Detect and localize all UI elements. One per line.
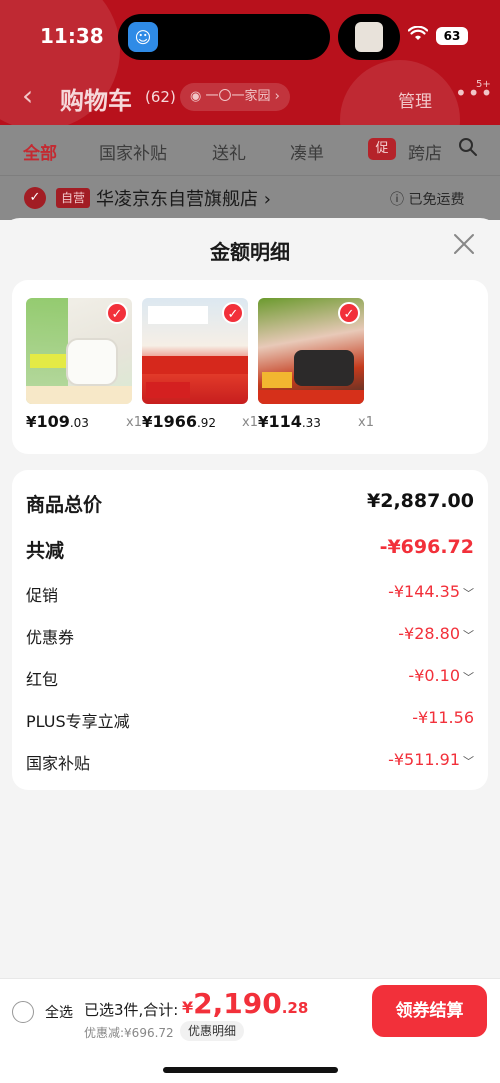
row-label: 商品总价: [26, 494, 103, 516]
live-activity: [338, 14, 400, 60]
row-coupon[interactable]: 优惠券 -¥28.80 ﹀: [26, 624, 474, 652]
product-item[interactable]: ✓ ¥114.33 x1: [258, 298, 374, 434]
row-value: ¥2,887.00: [367, 490, 474, 512]
row-value: -¥144.35: [388, 582, 460, 601]
tab-bar: 全部 国家补贴 送礼 凑单 促 跨店: [0, 125, 500, 175]
eye-icon: ◉: [190, 89, 206, 104]
chevron-down-icon: ﹀: [463, 629, 474, 642]
more-badge: 5+: [476, 79, 491, 90]
product-quantity: x1: [126, 415, 142, 430]
total-price: ¥2,190.28: [182, 987, 309, 1020]
product-price: ¥109.03 x1: [26, 412, 142, 431]
store-name[interactable]: 华凌京东自营旗舰店 ›: [96, 185, 271, 211]
row-promotion[interactable]: 促销 -¥144.35 ﹀: [26, 582, 474, 610]
chevron-down-icon: ﹀: [463, 755, 474, 768]
amount-detail-sheet: 金额明细 ✓ ¥109.03 x1 ✓ ¥1966.92 x1 ✓ ¥114.3…: [0, 218, 500, 1083]
checkout-button[interactable]: 领券结算: [372, 985, 487, 1037]
price-breakdown: 商品总价 ¥2,887.00 共减 -¥696.72 促销 -¥144.35 ﹀ …: [12, 470, 488, 790]
discount-detail-button[interactable]: 优惠明细: [180, 1021, 245, 1041]
row-value: -¥511.91: [388, 750, 460, 769]
product-image: ✓: [26, 298, 132, 404]
cart-count: (62): [145, 88, 176, 106]
chevron-down-icon: ﹀: [463, 671, 474, 684]
checkout-bar: 全选 已选3件,合计: ¥2,190.28 优惠减:¥696.72 优惠明细 领…: [0, 978, 500, 1083]
status-bar: 11:38 ☺ 63: [0, 0, 500, 75]
tab-gift[interactable]: 送礼: [212, 139, 246, 164]
row-total-price: 商品总价 ¥2,887.00: [26, 490, 474, 518]
row-label: 国家补贴: [26, 754, 91, 773]
wifi-icon: [407, 25, 429, 46]
page-title: 购物车: [60, 87, 132, 115]
product-quantity: x1: [358, 415, 374, 430]
back-icon[interactable]: ‹: [22, 79, 33, 112]
row-label: 共减: [26, 540, 65, 562]
selection-summary: 已选3件,合计:: [84, 1001, 179, 1019]
battery-icon: 63: [436, 27, 468, 45]
promo-tag: 促: [368, 138, 396, 160]
row-label: 促销: [26, 586, 59, 605]
chevron-right-icon: ›: [258, 189, 271, 210]
live-activity-thumbnail: [355, 22, 383, 52]
discount-summary: 优惠减:¥696.72: [84, 1026, 174, 1040]
row-value: -¥696.72: [379, 536, 474, 558]
close-icon[interactable]: [453, 232, 475, 260]
row-total-discount: 共减 -¥696.72: [26, 536, 474, 564]
product-image: ✓: [142, 298, 248, 404]
check-icon: ✓: [106, 302, 128, 324]
row-value: -¥0.10: [408, 666, 460, 685]
store-name-label: 华凌京东自营旗舰店: [96, 189, 258, 210]
dynamic-island: ☺: [118, 14, 330, 60]
row-value: -¥11.56: [412, 708, 474, 727]
address-label: 一〇一家园: [205, 89, 271, 104]
home-indicator: [163, 1067, 338, 1073]
info-icon: ⓘ: [390, 192, 409, 208]
row-value-wrap: -¥144.35 ﹀: [388, 582, 474, 601]
product-price: ¥114.33 x1: [258, 412, 374, 431]
tab-all[interactable]: 全部: [23, 139, 57, 164]
tab-national-subsidy[interactable]: 国家补贴: [99, 139, 167, 164]
address-selector[interactable]: ◉ 一〇一家园 ›: [180, 83, 290, 111]
status-time: 11:38: [40, 24, 104, 48]
row-plus-discount: PLUS专享立减 -¥11.56: [26, 708, 474, 736]
store-checkbox[interactable]: ✓: [24, 187, 46, 209]
tab-bundle[interactable]: 凑单: [290, 139, 324, 164]
shipping-label: 已免运费: [408, 192, 465, 208]
chevron-down-icon: ﹀: [463, 587, 474, 600]
row-value: -¥28.80: [398, 624, 460, 643]
product-list: ✓ ¥109.03 x1 ✓ ¥1966.92 x1 ✓ ¥114.33 x1: [12, 280, 488, 454]
row-label: PLUS专享立减: [26, 712, 130, 731]
check-icon: ✓: [338, 302, 360, 324]
search-icon[interactable]: [458, 137, 478, 162]
manage-button[interactable]: 管理: [398, 87, 432, 112]
sheet-title: 金额明细: [210, 240, 290, 264]
product-price: ¥1966.92 x1: [142, 412, 258, 431]
product-item[interactable]: ✓ ¥1966.92 x1: [142, 298, 258, 434]
row-red-packet[interactable]: 红包 -¥0.10 ﹀: [26, 666, 474, 694]
row-value-wrap: -¥511.91 ﹀: [388, 750, 474, 769]
shipping-status: ⓘ 已免运费: [390, 189, 464, 209]
select-all-label[interactable]: 全选: [45, 1002, 73, 1022]
nav-bar: ‹ 购物车 (62) ◉ 一〇一家园 › 管理 ••• 5+: [0, 75, 500, 125]
select-all-radio[interactable]: [12, 1001, 34, 1023]
row-label: 红包: [26, 670, 59, 689]
row-value-wrap: -¥28.80 ﹀: [398, 624, 474, 643]
app-icon: ☺: [128, 22, 158, 52]
check-icon: ✓: [222, 302, 244, 324]
product-image: ✓: [258, 298, 364, 404]
product-item[interactable]: ✓ ¥109.03 x1: [26, 298, 142, 434]
row-value-wrap: -¥0.10 ﹀: [408, 666, 474, 685]
store-row: ✓ 自营 华凌京东自营旗舰店 › ⓘ 已免运费: [0, 175, 500, 220]
row-national-subsidy[interactable]: 国家补贴 -¥511.91 ﹀: [26, 750, 474, 778]
product-quantity: x1: [242, 415, 258, 430]
self-operated-tag: 自营: [56, 188, 91, 208]
row-label: 优惠券: [26, 628, 75, 647]
chevron-right-icon: ›: [270, 89, 280, 104]
tab-cross-store[interactable]: 跨店: [408, 139, 442, 164]
